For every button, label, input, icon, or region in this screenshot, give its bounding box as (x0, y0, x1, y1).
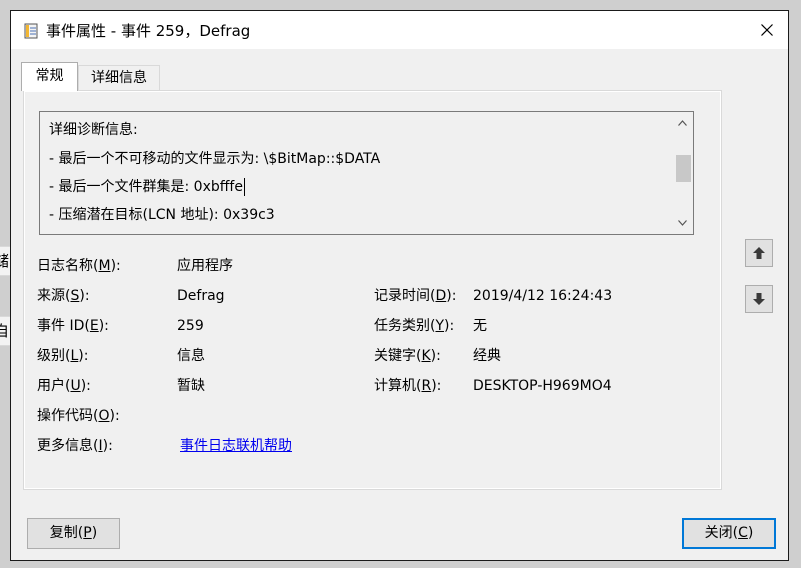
level-label: 级别(L): (37, 348, 89, 364)
task-category-value: 无 (473, 318, 487, 334)
description-line: - 最后一个不可移动的文件显示为: \$BitMap::$DATA (49, 151, 381, 167)
close-button[interactable]: 关闭(C) (682, 518, 776, 549)
computer-label: 计算机(R): (374, 378, 442, 394)
title-bar[interactable]: 事件属性 - 事件 259，Defrag (11, 11, 788, 49)
scroll-up-button[interactable] (672, 114, 693, 132)
event-description-textbox[interactable]: 详细诊断信息: - 最后一个不可移动的文件显示为: \$BitMap::$DAT… (39, 111, 694, 235)
close-window-button[interactable] (746, 11, 788, 49)
chevron-up-icon (678, 120, 687, 126)
text-caret (243, 178, 245, 196)
event-id-label: 事件 ID(E): (37, 318, 109, 334)
arrow-down-icon (753, 293, 765, 305)
scroll-down-button[interactable] (672, 214, 693, 232)
computer-value: DESKTOP-H969MO4 (473, 378, 612, 394)
description-line: - 压缩潜在目标(LCN 地址): 0x39c3 (49, 207, 275, 223)
keywords-label: 关键字(K): (374, 348, 441, 364)
source-label: 来源(S): (37, 288, 90, 304)
next-event-button[interactable] (745, 285, 773, 313)
description-line: 详细诊断信息: (49, 122, 138, 138)
logged-value: 2019/4/12 16:24:43 (473, 288, 613, 304)
level-value: 信息 (177, 348, 205, 364)
task-category-label: 任务类别(Y): (374, 318, 455, 334)
close-icon (761, 24, 773, 36)
user-label: 用户(U): (37, 378, 91, 394)
copy-button[interactable]: 复制(P) (27, 518, 120, 549)
user-value: 暂缺 (177, 378, 205, 394)
opcode-label: 操作代码(O): (37, 408, 120, 424)
event-id-value: 259 (177, 318, 204, 334)
arrow-up-icon (753, 247, 765, 259)
scroll-thumb[interactable] (676, 155, 691, 182)
event-properties-dialog: 事件属性 - 事件 259，Defrag 常规 详细信息 详细诊断信息: - 最… (10, 10, 789, 561)
chevron-down-icon (678, 220, 687, 226)
tab-general[interactable]: 常规 (21, 62, 78, 91)
online-help-link[interactable]: 事件日志联机帮助 (180, 437, 292, 455)
log-name-label: 日志名称(M): (37, 258, 121, 274)
event-viewer-icon (24, 23, 39, 39)
background-window-fragment: 自 (0, 316, 10, 346)
previous-event-button[interactable] (745, 239, 773, 267)
keywords-value: 经典 (473, 348, 501, 364)
window-title: 事件属性 - 事件 259，Defrag (46, 22, 251, 40)
description-scrollbar[interactable] (672, 112, 693, 234)
logged-label: 记录时间(D): (374, 288, 457, 304)
description-line: - 最后一个文件群集是: 0xbfffe (49, 178, 245, 196)
log-name-value: 应用程序 (177, 258, 233, 274)
more-info-label: 更多信息(I): (37, 438, 113, 454)
background-window-fragment: 储 (0, 246, 10, 276)
source-value: Defrag (177, 288, 225, 304)
tab-details[interactable]: 详细信息 (78, 65, 160, 90)
